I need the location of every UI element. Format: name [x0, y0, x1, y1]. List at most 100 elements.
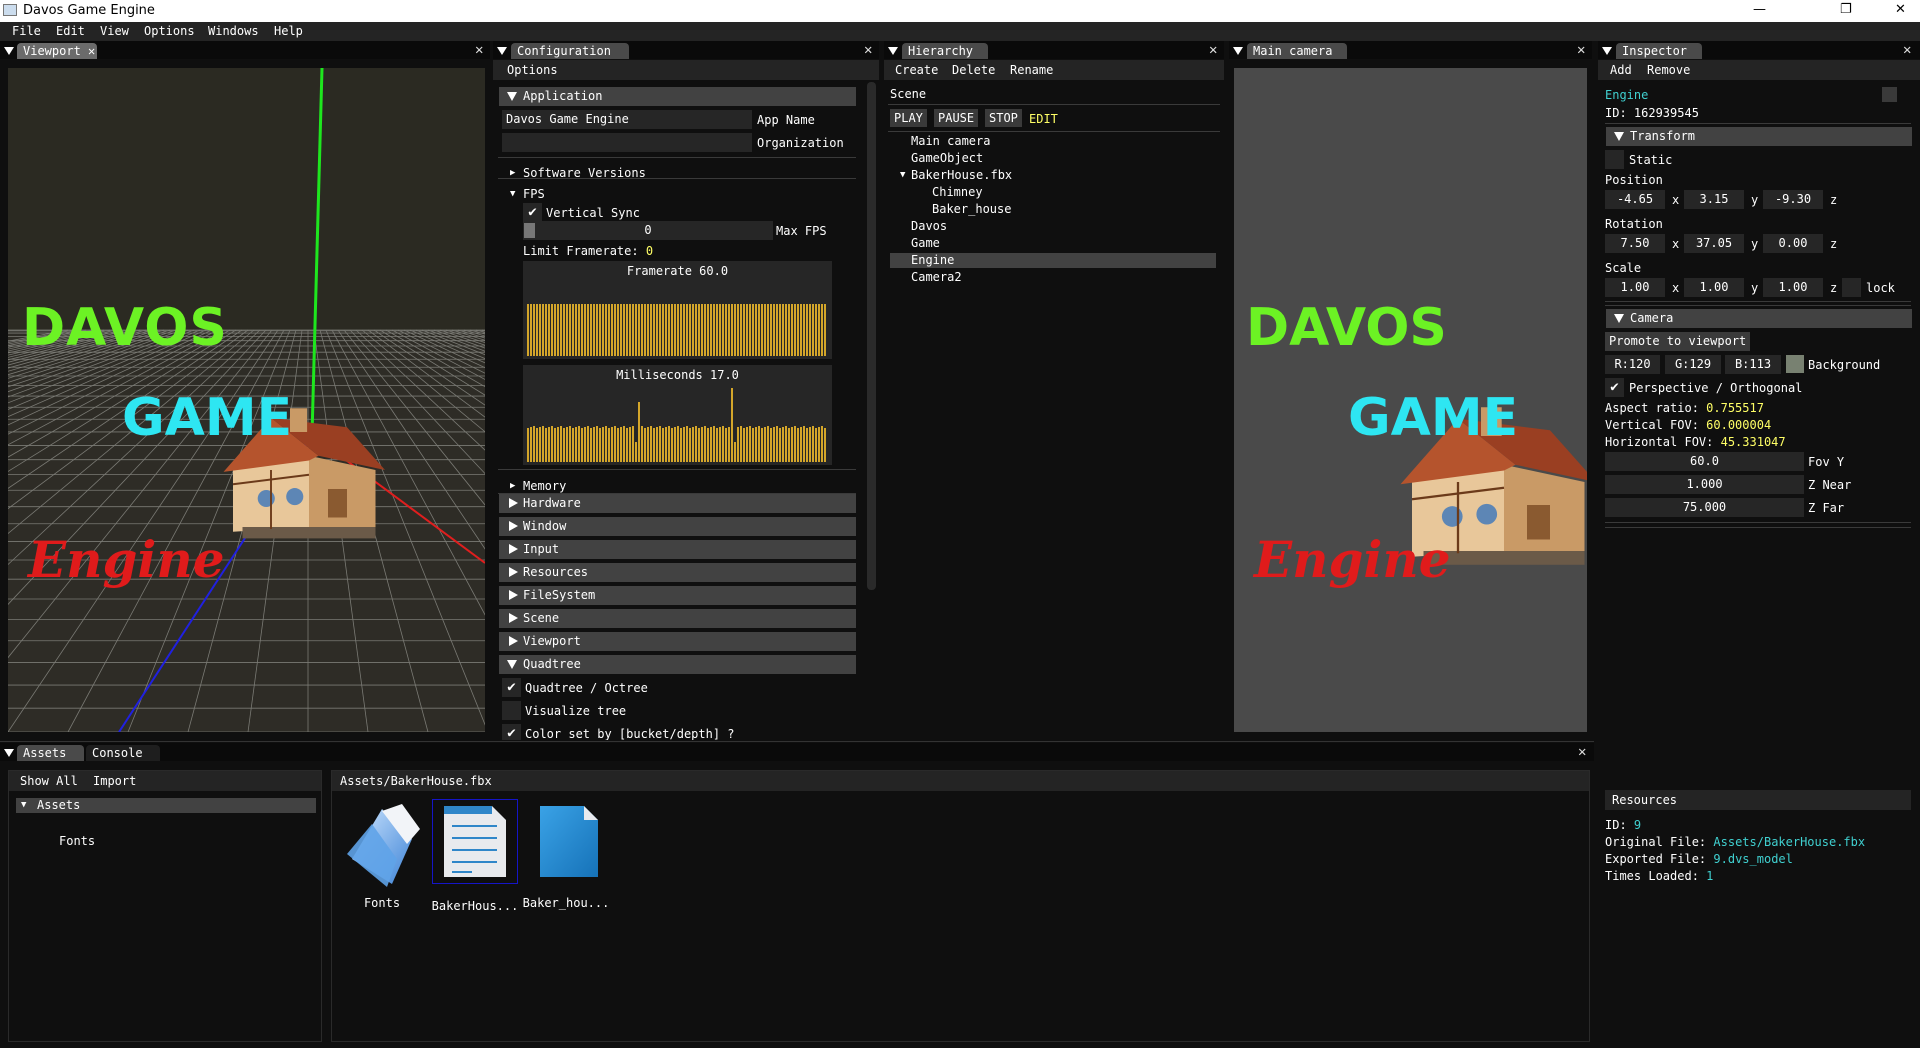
object-name[interactable]: Engine — [1605, 88, 1648, 102]
config-scrollbar[interactable] — [867, 82, 876, 590]
menu-windows[interactable]: Windows — [208, 24, 259, 38]
hierarchy-item[interactable]: Engine — [890, 253, 1216, 268]
close-icon[interactable]: ✕ — [1577, 41, 1585, 59]
organization-input[interactable] — [502, 133, 752, 152]
close-icon[interactable]: ✕ — [1209, 41, 1217, 59]
menu-remove[interactable]: Remove — [1647, 63, 1690, 77]
fov-y-input[interactable]: 60.0 — [1605, 452, 1804, 471]
position-y-input[interactable]: 3.15 — [1684, 190, 1744, 209]
tab-console[interactable]: Console — [86, 745, 160, 761]
show-all-button[interactable]: Show All — [20, 774, 78, 788]
tree-item-assets[interactable]: ▼ Assets — [16, 798, 316, 813]
hierarchy-item[interactable]: Baker_house — [890, 202, 1216, 217]
dock-menu-icon[interactable] — [4, 749, 14, 757]
tab-main-camera[interactable]: Main camera — [1247, 43, 1347, 59]
position-z-input[interactable]: -9.30 — [1763, 190, 1823, 209]
menu-delete[interactable]: Delete — [952, 63, 995, 77]
active-checkbox[interactable] — [1882, 87, 1897, 102]
hierarchy-item[interactable]: Camera2 — [890, 270, 1216, 285]
dock-menu-icon[interactable] — [1233, 47, 1243, 55]
header-transform[interactable]: Transform — [1606, 127, 1912, 146]
app-name-input[interactable]: Davos Game Engine — [502, 110, 752, 129]
static-checkbox[interactable] — [1605, 150, 1624, 169]
header-filesystem[interactable]: FileSystem — [499, 586, 856, 605]
menu-help[interactable]: Help — [274, 24, 303, 38]
position-x-input[interactable]: -4.65 — [1605, 190, 1665, 209]
import-button[interactable]: Import — [93, 774, 136, 788]
dock-menu-icon[interactable] — [4, 47, 14, 55]
file-item-bakerhouse[interactable]: BakerHous... — [432, 799, 518, 914]
background-g-field[interactable]: G:129 — [1665, 355, 1721, 374]
framerate-plot[interactable]: Framerate 60.0 — [523, 261, 832, 359]
max-fps-slider[interactable]: 0 — [523, 221, 773, 240]
minimize-button[interactable]: — — [1753, 2, 1766, 17]
octree-checkbox[interactable]: ✔ — [502, 678, 521, 697]
tree-item-fonts[interactable]: Fonts — [59, 834, 95, 848]
header-viewport[interactable]: Viewport — [499, 632, 856, 651]
file-item-fonts[interactable]: Fonts — [342, 799, 422, 914]
header-quadtree[interactable]: Quadtree — [499, 655, 856, 674]
hierarchy-item[interactable]: Main camera — [890, 134, 1216, 149]
promote-to-viewport-button[interactable]: Promote to viewport — [1605, 332, 1751, 351]
close-icon[interactable]: ✕ — [475, 41, 483, 59]
pause-button[interactable]: PAUSE — [934, 109, 979, 127]
play-button[interactable]: PLAY — [890, 109, 927, 127]
header-input[interactable]: Input — [499, 540, 856, 559]
scale-y-input[interactable]: 1.00 — [1684, 278, 1744, 297]
menu-options[interactable]: Options — [507, 63, 558, 77]
perspective-checkbox[interactable]: ✔ — [1605, 378, 1624, 397]
slider-grab[interactable] — [524, 223, 535, 238]
color-set-checkbox[interactable]: ✔ — [502, 724, 521, 740]
background-color-swatch[interactable] — [1786, 355, 1804, 373]
tree-fps[interactable]: FPS — [523, 187, 545, 201]
hierarchy-item[interactable]: GameObject — [890, 151, 1216, 166]
milliseconds-plot[interactable]: Milliseconds 17.0 — [523, 365, 832, 465]
header-resources[interactable]: Resources — [499, 563, 856, 582]
close-window-button[interactable]: ✕ — [1895, 2, 1906, 17]
hierarchy-item[interactable]: Chimney — [890, 185, 1216, 200]
tab-configuration[interactable]: Configuration — [511, 43, 629, 59]
tab-hierarchy[interactable]: Hierarchy — [902, 43, 988, 59]
z-far-input[interactable]: 75.000 — [1605, 498, 1804, 517]
tab-assets[interactable]: Assets — [17, 745, 84, 761]
hierarchy-item[interactable]: Game — [890, 236, 1216, 251]
rotation-x-input[interactable]: 7.50 — [1605, 234, 1665, 253]
maximize-button[interactable]: ❐ — [1840, 2, 1852, 17]
scale-lock-checkbox[interactable] — [1842, 278, 1861, 297]
main-camera-render[interactable]: DAVOS GAME Engine — [1234, 68, 1587, 732]
hierarchy-item[interactable]: Davos — [890, 219, 1216, 234]
file-item-baker-house[interactable]: Baker_hou... — [523, 799, 609, 914]
scale-x-input[interactable]: 1.00 — [1605, 278, 1665, 297]
close-icon[interactable]: ✕ — [864, 41, 872, 59]
scale-z-input[interactable]: 1.00 — [1763, 278, 1823, 297]
header-hardware[interactable]: Hardware — [499, 494, 856, 513]
z-near-input[interactable]: 1.000 — [1605, 475, 1804, 494]
header-window[interactable]: Window — [499, 517, 856, 536]
header-camera[interactable]: Camera — [1606, 309, 1912, 328]
menu-add[interactable]: Add — [1610, 63, 1632, 77]
tab-viewport[interactable]: Viewport ✕ — [17, 43, 97, 59]
tree-memory[interactable]: Memory — [523, 479, 566, 493]
dock-menu-icon[interactable] — [497, 47, 507, 55]
header-application[interactable]: Application — [499, 87, 856, 106]
tab-inspector[interactable]: Inspector — [1616, 43, 1702, 59]
menu-file[interactable]: File — [12, 24, 41, 38]
dock-menu-icon[interactable] — [1602, 47, 1612, 55]
menu-options[interactable]: Options — [144, 24, 195, 38]
menu-create[interactable]: Create — [895, 63, 938, 77]
menu-edit[interactable]: Edit — [56, 24, 85, 38]
header-scene[interactable]: Scene — [499, 609, 856, 628]
viewport-scene[interactable]: DAVOS GAME Engine — [8, 68, 485, 732]
background-r-field[interactable]: R:120 — [1605, 355, 1660, 374]
close-icon[interactable]: ✕ — [1578, 743, 1586, 761]
visualize-tree-checkbox[interactable] — [502, 701, 521, 720]
menu-rename[interactable]: Rename — [1010, 63, 1053, 77]
vsync-checkbox[interactable]: ✔ — [523, 203, 542, 222]
rotation-z-input[interactable]: 0.00 — [1763, 234, 1823, 253]
stop-button[interactable]: STOP — [985, 109, 1022, 127]
hierarchy-item[interactable]: ▼ BakerHouse.fbx — [890, 168, 1216, 183]
dock-menu-icon[interactable] — [888, 47, 898, 55]
rotation-y-input[interactable]: 37.05 — [1684, 234, 1744, 253]
background-b-field[interactable]: B:113 — [1725, 355, 1781, 374]
menu-view[interactable]: View — [100, 24, 129, 38]
